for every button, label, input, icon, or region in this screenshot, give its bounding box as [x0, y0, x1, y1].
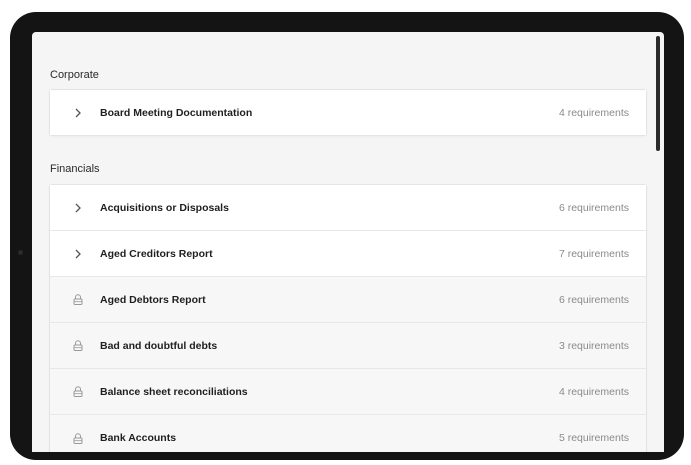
section-title-corporate: Corporate: [50, 69, 99, 81]
item-requirement-count: 5 requirements: [558, 432, 629, 444]
list-item-acquisitions-or-disposals[interactable]: Acquisitions or Disposals 6 requirements: [50, 185, 646, 231]
item-requirement-count: 4 requirements: [558, 385, 629, 398]
item-label: Aged Debtors Report: [100, 293, 206, 306]
item-label: Board Meeting Documentation: [100, 106, 253, 119]
list-item-aged-creditors-report[interactable]: Aged Creditors Report 7 requirements: [50, 231, 646, 277]
financials-card: Acquisitions or Disposals 6 requirements…: [49, 184, 647, 452]
list-item-bad-and-doubtful-debts[interactable]: Bad and doubtful debts 3 requirements: [50, 323, 646, 369]
list-item-board-meeting-documentation[interactable]: Board Meeting Documentation 4 requiremen…: [50, 90, 646, 135]
camera-dot: [18, 250, 23, 255]
item-label: Balance sheet reconciliations: [100, 385, 248, 398]
item-requirement-count: 3 requirements: [558, 339, 629, 352]
item-requirement-count: 6 requirements: [558, 201, 629, 214]
list-item-balance-sheet-reconciliations[interactable]: Balance sheet reconciliations 4 requirem…: [50, 369, 646, 415]
chevron-right-icon: [70, 105, 86, 121]
item-requirement-count: 6 requirements: [558, 293, 629, 306]
item-label: Aged Creditors Report: [100, 247, 213, 260]
item-label: Bank Accounts: [100, 432, 177, 444]
lock-icon: [70, 384, 86, 400]
scrollbar[interactable]: [656, 36, 660, 151]
item-label: Acquisitions or Disposals: [100, 201, 229, 214]
screen: Corporate Board Meeting Documentation 4 …: [32, 32, 664, 452]
item-requirement-count: 4 requirements: [558, 106, 629, 119]
corporate-card: Board Meeting Documentation 4 requiremen…: [49, 89, 647, 136]
chevron-right-icon: [70, 200, 86, 216]
item-label: Bad and doubtful debts: [100, 339, 218, 352]
section-title-financials: Financials: [50, 163, 100, 175]
lock-icon: [70, 338, 86, 354]
list-item-aged-debtors-report[interactable]: Aged Debtors Report 6 requirements: [50, 277, 646, 323]
lock-icon: [70, 430, 86, 446]
list-item-bank-accounts[interactable]: Bank Accounts 5 requirements: [50, 415, 646, 452]
tablet-frame: Corporate Board Meeting Documentation 4 …: [10, 12, 684, 460]
item-requirement-count: 7 requirements: [558, 247, 629, 260]
chevron-right-icon: [70, 246, 86, 262]
lock-icon: [70, 292, 86, 308]
